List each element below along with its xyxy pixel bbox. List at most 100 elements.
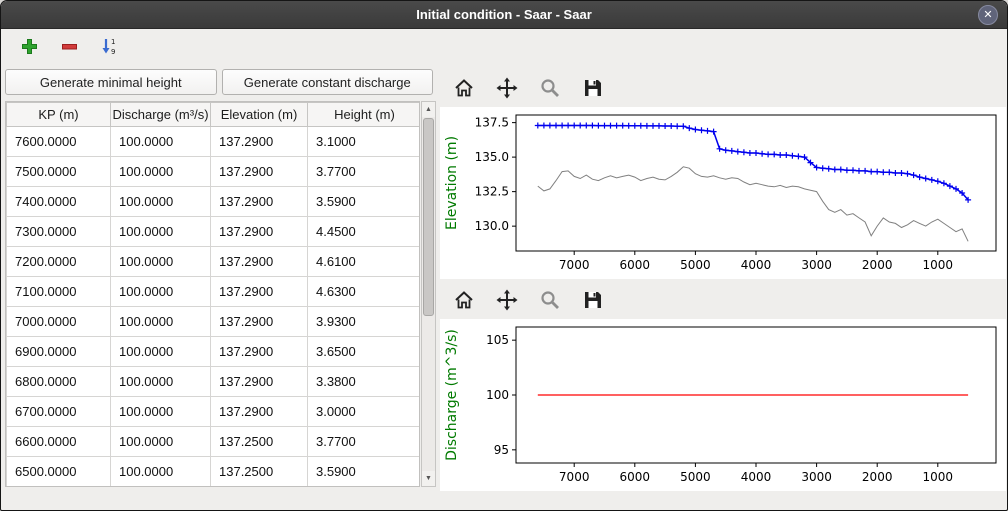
table-row[interactable]: 7300.0000100.0000137.29004.4500: [7, 217, 421, 247]
table-row[interactable]: 7400.0000100.0000137.29003.5900: [7, 187, 421, 217]
table-cell[interactable]: 137.2900: [211, 127, 308, 157]
table-cell[interactable]: 137.2900: [211, 277, 308, 307]
pan-button[interactable]: [495, 76, 519, 100]
table-cell[interactable]: 100.0000: [111, 247, 211, 277]
discharge-plot-toolbar: [444, 283, 605, 317]
scrollbar-down-icon[interactable]: ▼: [422, 471, 435, 486]
table-cell[interactable]: 137.2500: [211, 427, 308, 457]
table-cell[interactable]: 7300.0000: [7, 217, 111, 247]
table-cell[interactable]: 137.2900: [211, 337, 308, 367]
generate-constant-discharge-button[interactable]: Generate constant discharge: [222, 69, 434, 95]
table-cell[interactable]: 6700.0000: [7, 397, 111, 427]
table-cell[interactable]: 100.0000: [111, 157, 211, 187]
column-header[interactable]: Elevation (m): [211, 103, 308, 127]
column-header[interactable]: Height (m): [308, 103, 421, 127]
discharge-chart[interactable]: 700060005000400030002000100010510095Disc…: [440, 319, 1006, 491]
table-row[interactable]: 6500.0000100.0000137.25003.5900: [7, 457, 421, 487]
table-cell[interactable]: 100.0000: [111, 217, 211, 247]
table-cell[interactable]: 6600.0000: [7, 427, 111, 457]
table-cell[interactable]: 6900.0000: [7, 337, 111, 367]
table-cell[interactable]: 3.6500: [308, 337, 421, 367]
remove-row-button[interactable]: [57, 34, 81, 58]
table-cell[interactable]: 100.0000: [111, 427, 211, 457]
table-cell[interactable]: 137.2900: [211, 367, 308, 397]
table-row[interactable]: 6700.0000100.0000137.29003.0000: [7, 397, 421, 427]
home-button[interactable]: [452, 76, 476, 100]
table-cell[interactable]: 100.0000: [111, 307, 211, 337]
home-icon: [453, 77, 475, 99]
svg-text:9: 9: [111, 48, 115, 55]
ic-table: KP (m)Discharge (m³/s)Elevation (m)Heigh…: [6, 102, 420, 487]
table-cell[interactable]: 137.2900: [211, 397, 308, 427]
table-cell[interactable]: 7600.0000: [7, 127, 111, 157]
table-cell[interactable]: 7000.0000: [7, 307, 111, 337]
table-cell[interactable]: 3.5900: [308, 187, 421, 217]
table-cell[interactable]: 4.6100: [308, 247, 421, 277]
table-cell[interactable]: 100.0000: [111, 397, 211, 427]
table-row[interactable]: 6900.0000100.0000137.29003.6500: [7, 337, 421, 367]
zoom-button[interactable]: [538, 76, 562, 100]
column-header[interactable]: Discharge (m³/s): [111, 103, 211, 127]
scrollbar-thumb[interactable]: [423, 118, 434, 316]
svg-text:2000: 2000: [862, 470, 893, 484]
table-cell[interactable]: 100.0000: [111, 127, 211, 157]
table-cell[interactable]: 100.0000: [111, 367, 211, 397]
table-cell[interactable]: 137.2500: [211, 457, 308, 487]
save-button[interactable]: [581, 76, 605, 100]
table-cell[interactable]: 137.2900: [211, 157, 308, 187]
table-row[interactable]: 6600.0000100.0000137.25003.7700: [7, 427, 421, 457]
scrollbar-up-icon[interactable]: ▲: [422, 102, 435, 117]
table-cell[interactable]: 6800.0000: [7, 367, 111, 397]
table-row[interactable]: 6800.0000100.0000137.29003.3800: [7, 367, 421, 397]
table-cell[interactable]: 7200.0000: [7, 247, 111, 277]
window-title: Initial condition - Saar - Saar: [416, 7, 592, 22]
svg-text:6000: 6000: [620, 470, 651, 484]
table-cell[interactable]: 100.0000: [111, 187, 211, 217]
save-icon: [582, 289, 604, 311]
table-row[interactable]: 7000.0000100.0000137.29003.9300: [7, 307, 421, 337]
generate-minimal-height-button[interactable]: Generate minimal height: [5, 69, 217, 95]
table-row[interactable]: 7200.0000100.0000137.29004.6100: [7, 247, 421, 277]
table-row[interactable]: 7500.0000100.0000137.29003.7700: [7, 157, 421, 187]
column-header[interactable]: KP (m): [7, 103, 111, 127]
table-cell[interactable]: 6500.0000: [7, 457, 111, 487]
table-cell[interactable]: 3.3800: [308, 367, 421, 397]
save-button[interactable]: [581, 288, 605, 312]
svg-text:3000: 3000: [801, 258, 832, 272]
elevation-chart[interactable]: 7000600050004000300020001000137.5135.013…: [440, 107, 1006, 279]
table-row[interactable]: 7100.0000100.0000137.29004.6300: [7, 277, 421, 307]
table-cell[interactable]: 7400.0000: [7, 187, 111, 217]
home-button[interactable]: [452, 288, 476, 312]
zoom-button[interactable]: [538, 288, 562, 312]
table-cell[interactable]: 100.0000: [111, 337, 211, 367]
scrollbar-track[interactable]: [422, 117, 435, 471]
table-cell[interactable]: 3.0000: [308, 397, 421, 427]
svg-text:Discharge (m^3/s): Discharge (m^3/s): [444, 329, 460, 461]
svg-text:132.5: 132.5: [475, 185, 509, 199]
table-cell[interactable]: 137.2900: [211, 247, 308, 277]
table-cell[interactable]: 4.6300: [308, 277, 421, 307]
table-cell[interactable]: 4.4500: [308, 217, 421, 247]
table-row[interactable]: 7600.0000100.0000137.29003.1000: [7, 127, 421, 157]
table-cell[interactable]: 3.5900: [308, 457, 421, 487]
sort-rows-button[interactable]: 1 9: [97, 34, 121, 58]
pan-button[interactable]: [495, 288, 519, 312]
elevation-plot-toolbar: [444, 71, 605, 105]
table-cell[interactable]: 137.2900: [211, 217, 308, 247]
svg-text:2000: 2000: [862, 258, 893, 272]
table-cell[interactable]: 3.9300: [308, 307, 421, 337]
table-vertical-scrollbar[interactable]: ▲ ▼: [421, 101, 436, 487]
table-cell[interactable]: 7500.0000: [7, 157, 111, 187]
table-cell[interactable]: 100.0000: [111, 277, 211, 307]
table-cell[interactable]: 137.2900: [211, 187, 308, 217]
table-cell[interactable]: 137.2900: [211, 307, 308, 337]
close-button[interactable]: ✕: [978, 5, 998, 25]
table-cell[interactable]: 100.0000: [111, 457, 211, 487]
table-cell[interactable]: 3.7700: [308, 157, 421, 187]
table-cell[interactable]: 3.7700: [308, 427, 421, 457]
initial-condition-panel: Generate minimal height Generate constan…: [1, 63, 438, 510]
table-cell[interactable]: 7100.0000: [7, 277, 111, 307]
add-row-button[interactable]: [17, 34, 41, 58]
table-cell[interactable]: 3.1000: [308, 127, 421, 157]
titlebar[interactable]: Initial condition - Saar - Saar ✕: [1, 1, 1007, 29]
